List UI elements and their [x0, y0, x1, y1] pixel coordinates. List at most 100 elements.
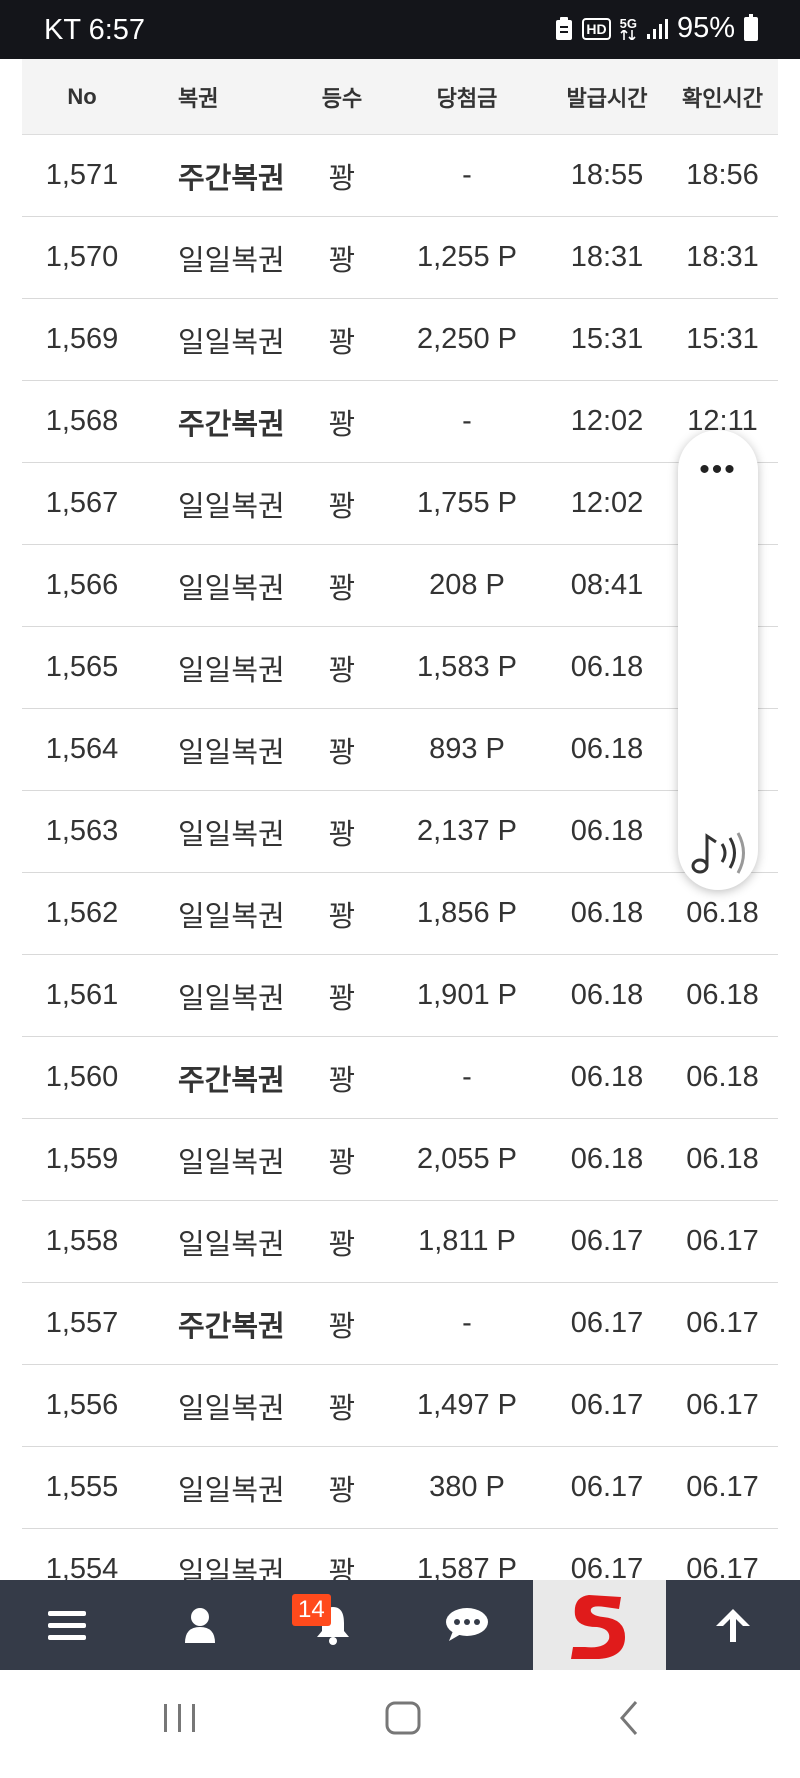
- floating-side-panel[interactable]: •••: [678, 430, 758, 890]
- cell-check-time: 06.17: [686, 1307, 759, 1339]
- table-row: 1,564일일복권꽝893 P06.1806.18: [22, 709, 778, 791]
- cell-no: 1,555: [45, 1471, 119, 1503]
- scroll-top-button[interactable]: [666, 1580, 799, 1670]
- header-rank: 등수: [321, 85, 363, 111]
- table-row: 1,562 일일복권 꽝 1,856 P 06.18 06.18: [22, 873, 778, 955]
- arrow-up-icon: [716, 1609, 751, 1642]
- cell-prize: 893 P: [429, 733, 505, 765]
- recent-apps-icon[interactable]: [162, 1698, 198, 1743]
- cell-rank: 꽝: [328, 490, 356, 523]
- cell-type: 일일복권: [178, 1474, 285, 1507]
- cell-rank: 꽝: [328, 900, 356, 933]
- more-icon[interactable]: •••: [678, 455, 758, 485]
- table-row: 1,571 주간복권 꽝 - 18:55 18:56: [22, 135, 778, 217]
- cell-rank: 꽝: [328, 1310, 356, 1343]
- cell-issue-time: 18:31: [570, 241, 644, 273]
- cell-issue-time: 12:02: [570, 487, 644, 519]
- cell-rank: 꽝: [328, 1064, 356, 1097]
- back-icon[interactable]: [614, 1698, 644, 1743]
- cell-type: 일일복권: [178, 1146, 285, 1179]
- cell-prize: -: [462, 159, 472, 191]
- cell-prize: -: [462, 1061, 472, 1093]
- cell-rank: 꽝: [328, 736, 356, 769]
- cell-type: 주간복권: [178, 1064, 285, 1097]
- cell-check-time: 06.17: [686, 1225, 759, 1257]
- status-icons: HD 5G 95%: [555, 12, 758, 45]
- cell-type: 일일복권: [178, 490, 285, 523]
- cell-no: 1,565: [45, 651, 119, 683]
- cell-no: 1,559: [45, 1143, 119, 1175]
- table-row: 1,567일일복권꽝1,755 P12:0212:02: [22, 463, 778, 545]
- cell-rank: 꽝: [328, 1392, 356, 1425]
- table-body: 1,571 주간복권 꽝 -18:55 18:56 1,570 일일복권 꽝 1,255 P 18…: [22, 135, 778, 1611]
- cell-type: 주간복권: [178, 1310, 285, 1343]
- status-bar: KT 6:57 HD 5G 95%: [0, 0, 800, 59]
- bottom-navigation: [0, 1580, 800, 1670]
- cell-rank: 꽝: [328, 326, 356, 359]
- cell-no: 1,566: [45, 569, 119, 601]
- cell-no: 1,564: [45, 733, 119, 765]
- cell-issue-time: 06.17: [570, 1471, 644, 1503]
- table-row: 1,561 일일복권 꽝 1,901 P 06.18 06.18: [22, 955, 778, 1037]
- cell-prize: 1,856 P: [417, 897, 517, 929]
- cell-no: 1,571: [45, 159, 119, 191]
- notifications-button[interactable]: [267, 1580, 400, 1670]
- cell-no: 1,570: [45, 241, 119, 273]
- site-logo-button[interactable]: [533, 1580, 667, 1670]
- table-row: 1,559 일일복권 꽝 2,055 P 06.18 06.18: [22, 1119, 778, 1201]
- table-row: 1,566일일복권꽝208 P08:4108:41: [22, 545, 778, 627]
- cell-issue-time: 12:02: [570, 405, 644, 437]
- cell-no: 1,561: [45, 979, 119, 1011]
- cell-rank: 꽝: [328, 818, 356, 851]
- cell-check-time: 06.18: [686, 897, 759, 929]
- cell-type: 일일복권: [178, 326, 285, 359]
- header-no: No: [67, 83, 97, 109]
- cell-issue-time: 06.18: [570, 815, 644, 847]
- menu-icon: [47, 1611, 86, 1640]
- cell-check-time: 06.18: [686, 979, 759, 1011]
- table-header: No 복권 등수 당첨금 발급시간 확인시간: [22, 59, 778, 135]
- cell-issue-time: 06.18: [570, 979, 644, 1011]
- cell-type: 일일복권: [178, 900, 285, 933]
- cell-rank: 꽝: [328, 162, 356, 195]
- cell-type: 일일복권: [178, 1228, 285, 1261]
- table-row: 1,565일일복권꽝1,583 P06.1806.18: [22, 627, 778, 709]
- header-type: 복권: [178, 85, 219, 111]
- table-row: 1,569 일일복권 꽝 2,250 P 15:31 15:31: [22, 299, 778, 381]
- chat-button[interactable]: [400, 1580, 533, 1670]
- table-row: 1,556 일일복권 꽝 1,497 P 06.17 06.17: [22, 1365, 778, 1447]
- cell-rank: 꽝: [328, 244, 356, 277]
- cell-check-time: 18:56: [686, 159, 759, 191]
- cell-type: 일일복권: [178, 572, 285, 605]
- cell-type: 일일복권: [178, 818, 285, 851]
- battery-icon: [744, 13, 758, 41]
- signal-icon: [646, 18, 668, 40]
- cell-prize: 1,497 P: [417, 1389, 517, 1421]
- cell-check-time: 18:31: [686, 241, 759, 273]
- cell-check-time: 06.17: [686, 1471, 759, 1503]
- cell-issue-time: 06.18: [570, 897, 644, 929]
- cell-rank: 꽝: [328, 1146, 356, 1179]
- header-prize: 당첨금: [436, 85, 498, 111]
- cell-no: 1,562: [45, 897, 119, 929]
- cell-issue-time: 06.18: [570, 733, 644, 765]
- cell-issue-time: 06.17: [570, 1389, 644, 1421]
- cell-no: 1,560: [45, 1061, 119, 1093]
- cell-prize: 1,583 P: [417, 651, 517, 683]
- cell-issue-time: 06.17: [570, 1225, 644, 1257]
- cell-no: 1,569: [45, 323, 119, 355]
- notification-badge: 14: [292, 1594, 331, 1626]
- cell-type: 일일복권: [178, 244, 285, 277]
- home-icon[interactable]: [384, 1698, 424, 1743]
- music-sound-icon[interactable]: [686, 828, 750, 878]
- profile-button[interactable]: [133, 1580, 266, 1670]
- cell-prize: 1,255 P: [417, 241, 517, 273]
- cell-no: 1,558: [45, 1225, 119, 1257]
- menu-button[interactable]: [0, 1580, 133, 1670]
- cell-rank: 꽝: [328, 572, 356, 605]
- table-row: 1,570 일일복권 꽝 1,255 P 18:31 18:31: [22, 217, 778, 299]
- table-row: 1,560 주간복권 꽝 - 06.18 06.18: [22, 1037, 778, 1119]
- chat-icon: [445, 1608, 488, 1641]
- cell-check-time: 15:31: [686, 323, 759, 355]
- cell-prize: 1,901 P: [417, 979, 517, 1011]
